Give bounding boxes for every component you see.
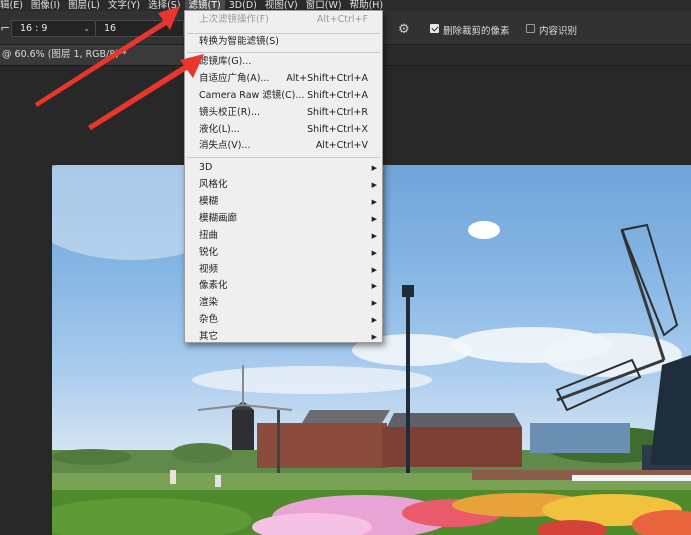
menu-item-lens-correction[interactable]: 镜头校正(R)... Shift+Ctrl+R [185,105,382,121]
submenu-arrow-icon: ▶ [371,181,377,189]
menu-item-3d[interactable]: 3D ▶ [185,160,382,176]
menu-select[interactable]: 选择(S) [144,0,184,11]
submenu-arrow-icon: ▶ [371,198,377,206]
menu-item-video[interactable]: 视频 ▶ [185,262,382,278]
submenu-arrow-icon: ▶ [371,316,377,324]
crop-tool-icon[interactable]: ⌐ [0,21,10,35]
menu-item-convert-smart-filter[interactable]: 转换为智能滤镜(S) [185,34,382,50]
document-tab-title: @ 60.6% (图层 1, RGB/8) * [2,49,127,60]
width-value: 16 [104,23,117,34]
menu-item-stylize[interactable]: 风格化 ▶ [185,177,382,193]
menu-item-distort[interactable]: 扭曲 ▶ [185,228,382,244]
menu-item-blur[interactable]: 模糊 ▶ [185,194,382,210]
menu-item-render[interactable]: 渲染 ▶ [185,295,382,311]
gear-icon[interactable]: ⚙ [398,22,410,37]
menu-item-sharpen[interactable]: 锐化 ▶ [185,245,382,261]
content-aware-checkbox[interactable] [526,24,535,33]
menu-edit[interactable]: 辑(E) [0,0,27,11]
width-input[interactable]: 16 [96,20,184,37]
menu-item-last-filter[interactable]: 上次滤镜操作(F) Alt+Ctrl+F [185,12,382,28]
menu-item-filter-gallery[interactable]: 滤镜库(G)... [185,54,382,70]
ratio-value: 16 : 9 [20,23,48,34]
menu-separator [187,52,380,53]
menu-image[interactable]: 图像(I) [27,0,64,11]
ratio-select[interactable]: 16 : 9 ⌄ [11,20,96,37]
filter-menu-dropdown: 上次滤镜操作(F) Alt+Ctrl+F 转换为智能滤镜(S) 滤镜库(G)..… [184,10,383,343]
menu-item-blur-gallery[interactable]: 模糊画廊 ▶ [185,211,382,227]
chevron-down-icon: ⌄ [83,24,90,33]
submenu-arrow-icon: ▶ [371,333,377,341]
submenu-arrow-icon: ▶ [371,266,377,274]
submenu-arrow-icon: ▶ [371,215,377,223]
menu-separator [187,157,380,158]
submenu-arrow-icon: ▶ [371,232,377,240]
menu-item-pixelate[interactable]: 像素化 ▶ [185,278,382,294]
menu-item-noise[interactable]: 杂色 ▶ [185,312,382,328]
menu-item-adaptive-wide-angle[interactable]: 自适应广角(A)... Alt+Shift+Ctrl+A [185,71,382,87]
menu-item-vanishing-point[interactable]: 消失点(V)... Alt+Ctrl+V [185,138,382,154]
submenu-arrow-icon: ▶ [371,299,377,307]
submenu-arrow-icon: ▶ [371,249,377,257]
menu-type[interactable]: 文字(Y) [104,0,144,11]
delete-cropped-label: 删除裁剪的像素 [443,26,510,37]
submenu-arrow-icon: ▶ [371,164,377,172]
delete-cropped-checkbox[interactable] [430,24,439,33]
content-aware-label: 内容识别 [539,26,578,37]
menu-item-liquify[interactable]: 液化(L)... Shift+Ctrl+X [185,122,382,138]
menu-item-other[interactable]: 其它 ▶ [185,329,382,345]
menu-item-camera-raw-filter[interactable]: Camera Raw 滤镜(C)... Shift+Ctrl+A [185,88,382,104]
document-tab[interactable]: @ 60.6% (图层 1, RGB/8) * [0,45,188,65]
submenu-arrow-icon: ▶ [371,282,377,290]
menu-layer[interactable]: 图层(L) [64,0,104,11]
